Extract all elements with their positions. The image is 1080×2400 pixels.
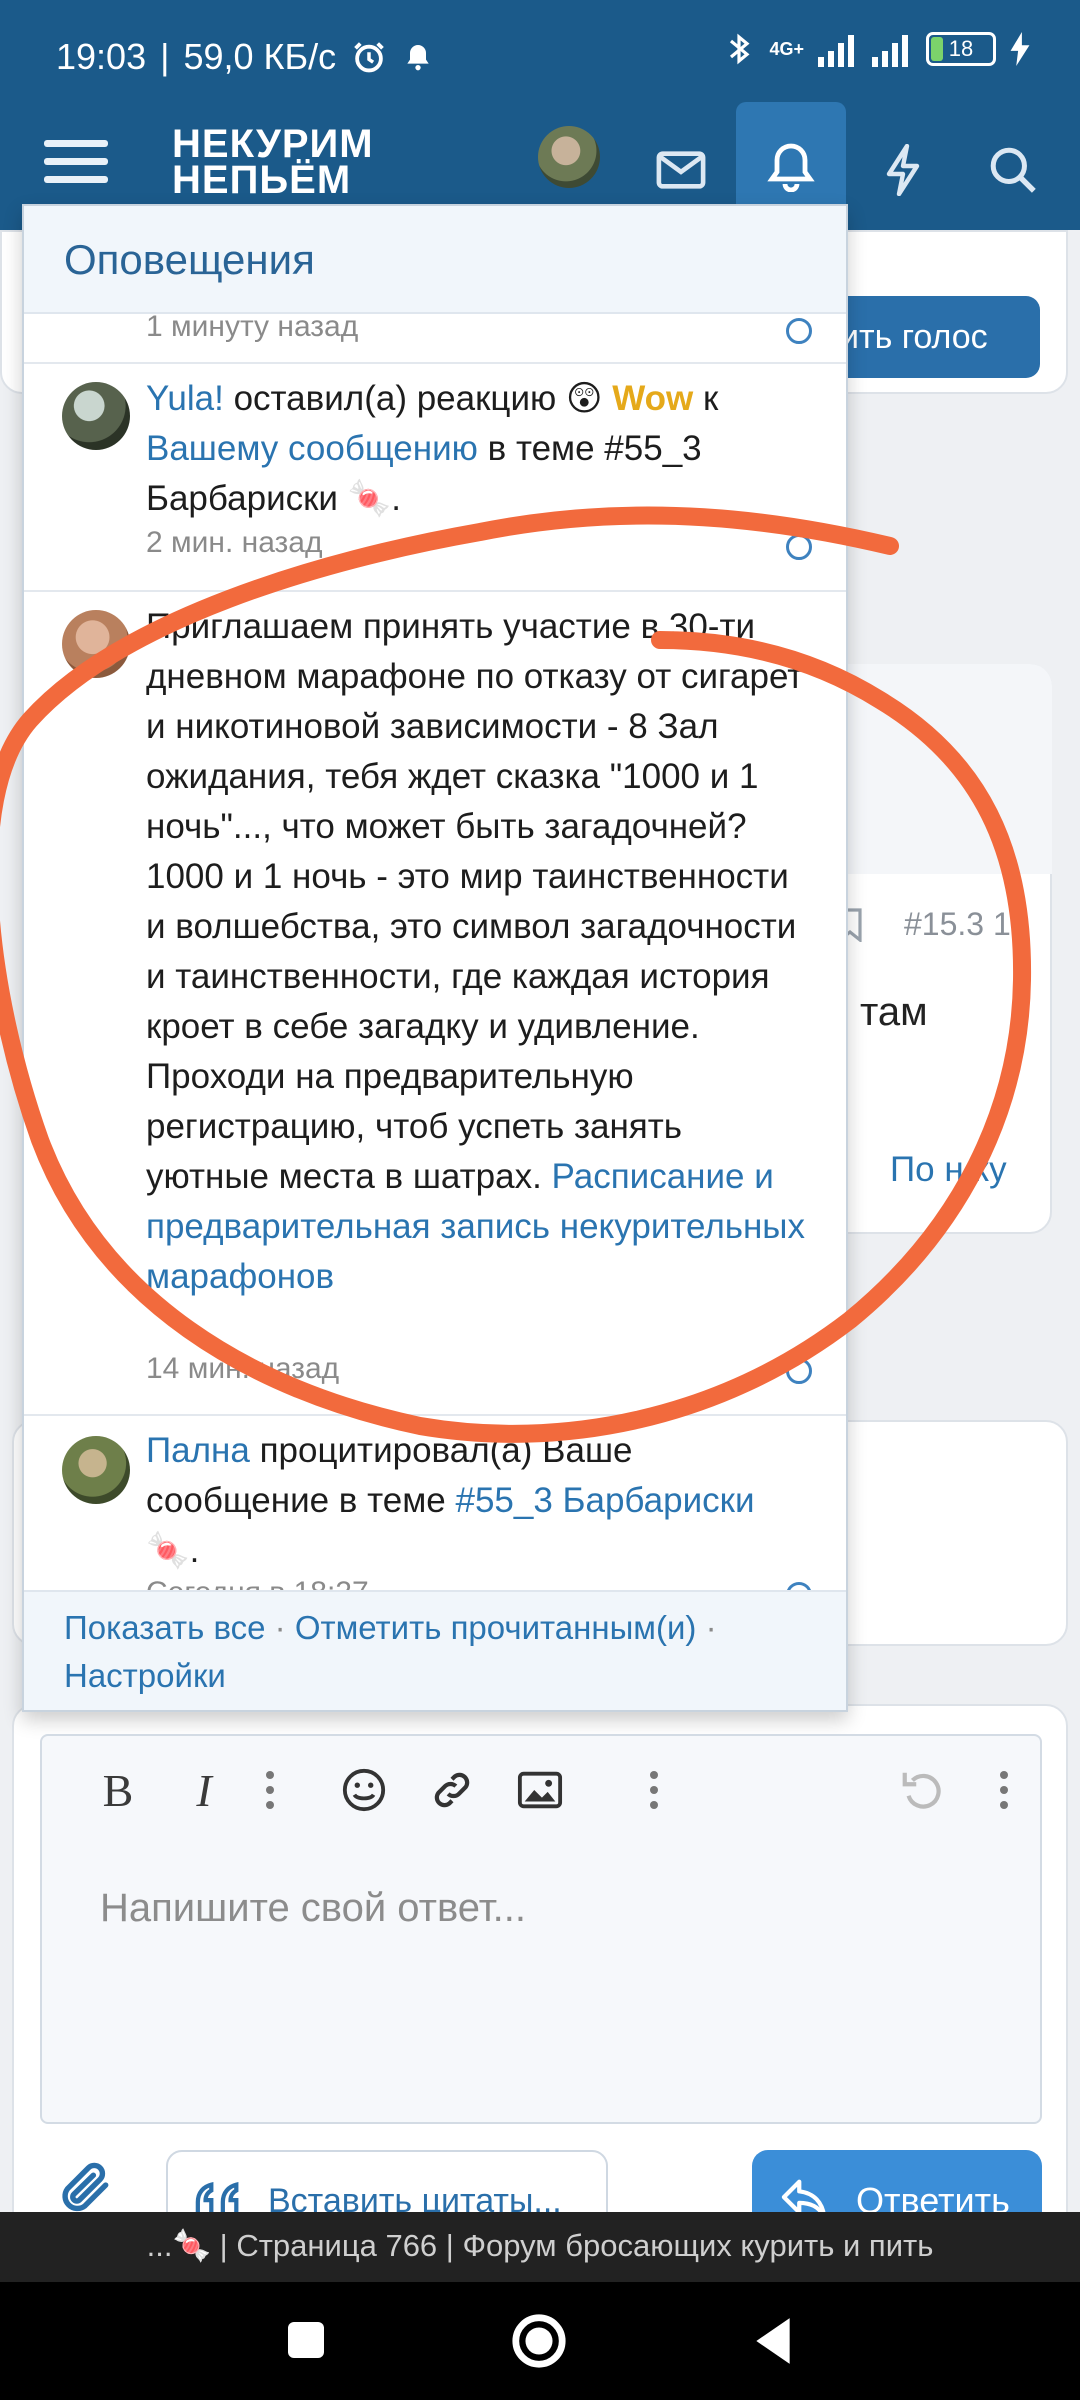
avatar[interactable]	[62, 610, 130, 678]
footer-separator: ·	[274, 1609, 295, 1646]
alert-time: 2 мин. назад	[146, 526, 323, 559]
alarm-icon	[354, 42, 384, 73]
alert-time: Сегодня в 18:27	[146, 1576, 369, 1590]
signal-icon-1	[818, 35, 854, 67]
undo-icon	[902, 1772, 941, 1809]
mark-read-toggle[interactable]	[786, 1358, 812, 1384]
logo-line-1: НЕКУРИМ	[172, 122, 374, 166]
search-button[interactable]	[958, 110, 1068, 230]
alert-item-quote[interactable]: Пална процитировал(а) Ваше сообщение в т…	[24, 1416, 846, 1590]
vertical-dots-icon	[266, 1771, 274, 1809]
alert-item-previous[interactable]: 1 минуту назад	[24, 314, 846, 364]
battery-level: 18	[948, 36, 974, 61]
reaction-label: Wow	[612, 379, 694, 418]
link-button[interactable]	[420, 1758, 484, 1822]
reply-input[interactable]: Напишите свой ответ...	[100, 1886, 526, 1931]
mark-read-toggle[interactable]	[786, 534, 812, 560]
page-title-bar: ...🍬 | Страница 766 | Форум бросающих ку…	[0, 2212, 1080, 2282]
editor-toolbar: B I	[42, 1736, 1042, 1846]
alert-text: Приглашаем принять участие в 30-ти дневн…	[146, 602, 814, 1302]
reply-editor: B I Напишите свой ответ...	[40, 1734, 1042, 2124]
image-button[interactable]	[508, 1758, 572, 1822]
menu-line	[44, 176, 108, 183]
alert-content-link[interactable]: #55_3 Барбариски	[455, 1481, 754, 1520]
envelope-icon	[656, 151, 706, 189]
vote-button[interactable]: ить голос	[832, 296, 1040, 378]
whats-new-button[interactable]	[848, 110, 958, 230]
status-speed: 59,0 КБ/с	[183, 36, 337, 77]
vertical-dots-icon	[650, 1771, 658, 1809]
alert-text-part: к	[693, 379, 719, 418]
footer-separator: ·	[705, 1609, 717, 1646]
more-text-options-button[interactable]	[238, 1758, 302, 1822]
alert-time: 14 мин. назад	[146, 1352, 340, 1385]
notification-bell-status-icon	[407, 45, 429, 71]
status-separator: |	[160, 36, 170, 77]
alerts-list[interactable]: 1 минуту назад Yula! оставил(а) реакцию …	[24, 314, 846, 1590]
more-options-button[interactable]	[972, 1758, 1036, 1822]
mark-read-toggle[interactable]	[786, 1582, 812, 1590]
battery-icon: 18	[926, 32, 996, 66]
mark-read-toggle[interactable]	[786, 318, 812, 344]
emoji-button[interactable]	[332, 1758, 396, 1822]
avatar[interactable]	[62, 1436, 130, 1504]
alert-text-part: 🍬.	[146, 1531, 200, 1570]
link-icon	[434, 1772, 470, 1808]
alert-username[interactable]: Пална	[146, 1431, 250, 1470]
background-post-header	[848, 664, 1052, 874]
menu-button[interactable]	[44, 132, 108, 196]
menu-line	[44, 158, 108, 165]
alert-username[interactable]: Yula!	[146, 379, 224, 418]
bluetooth-icon	[730, 33, 750, 65]
alert-item-reaction[interactable]: Yula! оставил(а) реакцию 😲 Wow к Вашему …	[24, 364, 846, 592]
smiley-icon	[342, 1768, 386, 1812]
search-icon	[990, 147, 1036, 193]
signal-icon-2	[872, 35, 908, 67]
status-bar: 19:03 | 59,0 КБ/с 4G+ 18	[0, 0, 1080, 110]
italic-button[interactable]: I	[172, 1758, 236, 1822]
alerts-footer: Показать все · Отметить прочитанным(и) ·…	[24, 1590, 846, 1710]
network-type: 4G+	[769, 38, 804, 59]
bell-icon	[767, 143, 815, 192]
more-insert-options-button[interactable]	[622, 1758, 686, 1822]
undo-button[interactable]	[890, 1758, 954, 1822]
show-all-link[interactable]: Показать все	[64, 1609, 265, 1646]
logo-line-2: НЕПЬЁМ	[172, 158, 352, 202]
status-time: 19:03	[56, 36, 147, 77]
status-right: 4G+ 18	[723, 30, 1030, 68]
site-logo[interactable]: НЕКУРИМ НЕПЬЁМ	[172, 122, 374, 202]
settings-link[interactable]: Настройки	[64, 1657, 226, 1694]
menu-line	[44, 140, 108, 147]
alert-item-marathon[interactable]: Приглашаем принять участие в 30-ти дневн…	[24, 592, 846, 1416]
system-nav-bar	[0, 2282, 1080, 2400]
home-icon[interactable]	[510, 2312, 568, 2370]
alerts-title: Оповещения	[24, 206, 846, 314]
back-icon[interactable]	[752, 2316, 794, 2366]
status-left: 19:03 | 59,0 КБ/с	[56, 36, 434, 78]
lightning-icon	[886, 144, 920, 196]
bold-button[interactable]: B	[86, 1758, 150, 1822]
vertical-dots-icon	[1000, 1771, 1008, 1809]
image-icon	[517, 1771, 563, 1809]
alert-text: Пална процитировал(а) Ваше сообщение в т…	[146, 1426, 814, 1576]
alert-content-link[interactable]: Вашему сообщению	[146, 429, 478, 468]
alert-message: Приглашаем принять участие в 30-ти дневн…	[146, 607, 804, 1196]
italic-icon: I	[196, 1764, 212, 1816]
bold-icon: B	[102, 1764, 134, 1816]
charging-icon	[1010, 32, 1030, 66]
post-number[interactable]: #15.3 1	[904, 906, 1011, 943]
user-avatar[interactable]	[538, 126, 600, 188]
alert-time: 1 минуту назад	[146, 314, 359, 343]
alert-text-part: оставил(а) реакцию 😲	[223, 379, 613, 418]
mark-read-link[interactable]: Отметить прочитанным(и)	[295, 1609, 697, 1646]
post-link-fragment[interactable]: По н ку	[890, 1150, 1007, 1190]
recents-icon[interactable]	[286, 2320, 326, 2360]
alert-text: Yula! оставил(а) реакцию 😲 Wow к Вашему …	[146, 374, 814, 524]
post-fragment: там	[860, 990, 928, 1034]
avatar[interactable]	[62, 382, 130, 450]
alerts-popup: Оповещения 1 минуту назад Yula! оставил(…	[22, 204, 848, 1712]
